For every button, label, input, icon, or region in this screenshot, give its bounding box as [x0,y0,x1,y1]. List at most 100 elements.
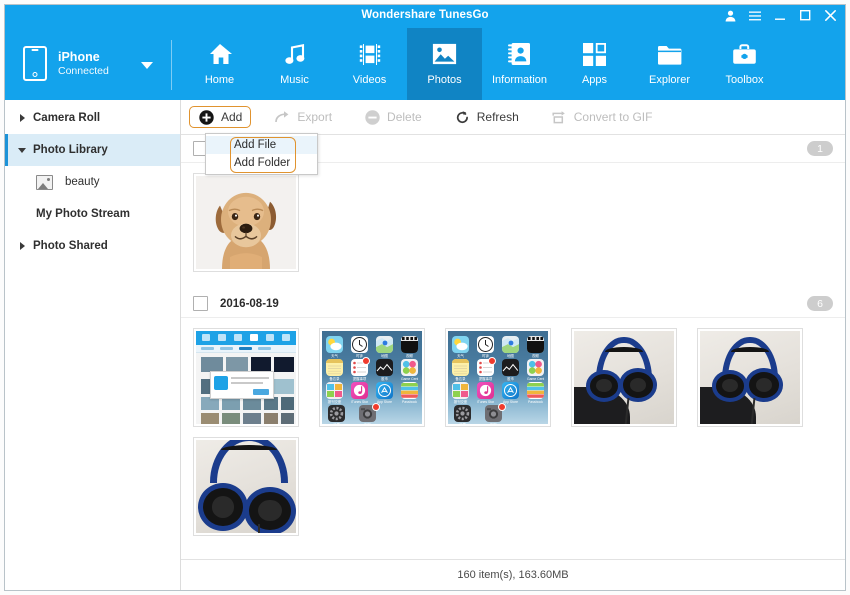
title-bar: Wondershare TunesGo [5,5,845,28]
sidebar-label-photo-library: Photo Library [33,144,108,156]
toolbox-icon [732,39,757,69]
add-folder-label: Add Folder [234,157,290,169]
plus-circle-icon [198,109,215,126]
export-arrow-icon [274,109,291,126]
add-file-label: Add File [234,139,276,151]
delete-button-label: Delete [387,110,422,124]
nav-label-explorer: Explorer [649,74,690,86]
app-body: Camera Roll Photo Library beauty My Phot… [5,100,845,590]
videos-icon [358,39,382,69]
app-header: iPhone Connected Home Music [5,28,845,100]
content-area: Add Export Delete [181,100,845,590]
apps-icon [583,39,606,69]
photo-headphones-2[interactable] [697,328,803,427]
main-window: Wondershare TunesGo [4,4,846,591]
nav-label-apps: Apps [582,74,607,86]
section-count-badge-2: 6 [807,296,833,311]
device-info: iPhone Connected [58,50,109,79]
device-name: iPhone [58,50,109,66]
device-status: Connected [58,65,109,78]
chevron-down-icon[interactable] [141,62,153,69]
status-text: 160 item(s), 163.60MB [457,569,568,581]
export-button[interactable]: Export [265,106,341,128]
main-nav: Home Music Videos [172,28,845,100]
sidebar-item-camera-roll[interactable]: Camera Roll [5,102,180,134]
home-icon [207,39,233,69]
add-folder-menu-item[interactable]: Add Folder [206,154,317,172]
nav-item-explorer[interactable]: Explorer [632,28,707,100]
nav-label-home: Home [205,74,234,86]
device-selector[interactable]: iPhone Connected [5,28,171,100]
refresh-button-label: Refresh [477,110,519,124]
add-button[interactable]: Add [189,106,251,128]
chevron-right-icon[interactable] [15,242,29,250]
window-title: Wondershare TunesGo [5,9,845,21]
chevron-right-icon[interactable] [15,114,29,122]
section-checkbox-2[interactable] [193,296,208,311]
sidebar-item-photo-library[interactable]: Photo Library [5,134,180,166]
nav-label-information: Information [492,74,547,86]
add-file-menu-item[interactable]: Add File [206,136,317,154]
photo-ios-homescreen-1[interactable]: 天气 时钟 地图 视频 备忘录 提醒事项 股市 [319,328,425,427]
ios-app-label: 天气 [326,354,343,358]
action-toolbar: Add Export Delete [181,100,845,135]
close-button[interactable] [823,8,837,23]
section-date-2: 2016-08-19 [220,298,279,310]
refresh-button[interactable]: Refresh [445,106,528,128]
convert-to-gif-button[interactable]: Convert to GIF [542,106,662,128]
nav-item-home[interactable]: Home [182,28,257,100]
window-controls [723,8,837,23]
menu-icon[interactable] [748,8,762,23]
sidebar-label-photo-shared: Photo Shared [33,240,108,252]
sidebar-item-photo-shared[interactable]: Photo Shared [5,230,180,262]
section-count-badge-1: 1 [807,141,833,156]
nav-label-toolbox: Toolbox [726,74,764,86]
photo-list[interactable]: 1 [181,135,845,559]
music-icon [283,39,307,69]
add-dropdown-menu: Add File Add Folder [205,133,318,175]
add-button-label: Add [221,110,242,124]
notification-badge [488,357,496,365]
nav-item-information[interactable]: Information [482,28,557,100]
account-icon[interactable] [723,8,737,23]
refresh-icon [454,109,471,126]
sidebar-item-beauty[interactable]: beauty [5,166,180,198]
photos-icon [432,39,457,69]
nav-item-videos[interactable]: Videos [332,28,407,100]
information-icon [508,39,531,69]
photo-dog[interactable] [193,173,299,272]
sidebar-label-camera-roll: Camera Roll [33,112,100,124]
app-root: Wondershare TunesGo [0,0,850,595]
delete-button[interactable]: Delete [355,106,431,128]
convert-to-gif-button-label: Convert to GIF [574,110,653,124]
nav-item-music[interactable]: Music [257,28,332,100]
album-image-icon [36,175,53,190]
photo-ios-homescreen-2[interactable]: 天气 时钟 地图 视频 备忘录 提醒事项 股市 [445,328,551,427]
sidebar: Camera Roll Photo Library beauty My Phot… [5,100,181,590]
convert-gif-icon [551,109,568,126]
nav-label-photos: Photos [427,74,461,86]
nav-label-videos: Videos [353,74,386,86]
nav-item-toolbox[interactable]: Toolbox [707,28,782,100]
minimize-button[interactable] [773,8,787,23]
maximize-button[interactable] [798,8,812,23]
iphone-icon [23,46,47,81]
section-header-2: 2016-08-19 6 [181,290,845,318]
explorer-icon [657,39,682,69]
sidebar-label-beauty: beauty [65,176,100,188]
chevron-down-icon[interactable] [15,148,29,153]
photo-headphones-1[interactable] [571,328,677,427]
nav-label-music: Music [280,74,309,86]
sidebar-label-my-photo-stream: My Photo Stream [36,208,130,220]
thumbnail-grid-2: 天气 时钟 地图 视频 备忘录 提醒事项 股市 [181,318,845,554]
photo-app-screenshot[interactable] [193,328,299,427]
export-button-label: Export [297,110,332,124]
photo-headphones-3[interactable] [193,437,299,536]
nav-item-apps[interactable]: Apps [557,28,632,100]
notification-badge [362,357,370,365]
minus-circle-icon [364,109,381,126]
nav-item-photos[interactable]: Photos [407,28,482,100]
sidebar-item-my-photo-stream[interactable]: My Photo Stream [5,198,180,230]
status-bar: 160 item(s), 163.60MB [181,559,845,590]
thumbnail-grid-1 [181,163,845,290]
